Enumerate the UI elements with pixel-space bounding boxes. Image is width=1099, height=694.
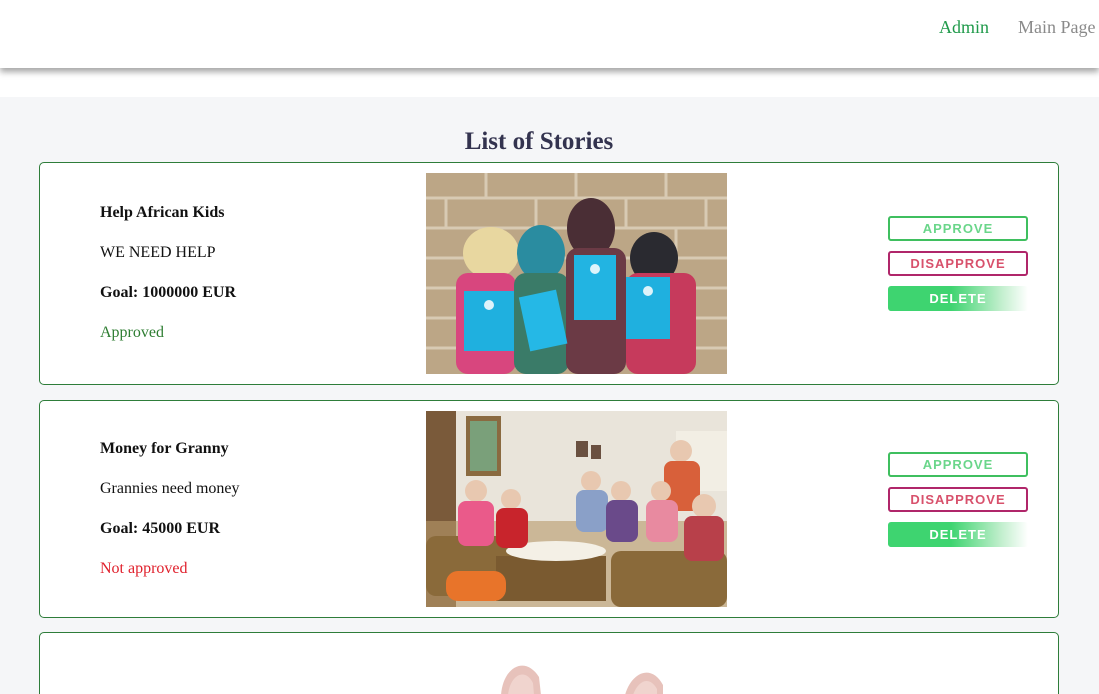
page-title: List of Stories bbox=[464, 128, 614, 155]
story-description: Grannies need money bbox=[100, 480, 240, 497]
story-goal: Goal: 1000000 EUR bbox=[100, 284, 236, 301]
story-card: Money for Granny Grannies need money Goa… bbox=[39, 400, 1059, 618]
story-card: Help African Kids WE NEED HELP Goal: 100… bbox=[39, 162, 1059, 385]
header-spacer bbox=[0, 68, 1099, 97]
story-status: Not approved bbox=[100, 560, 188, 577]
approve-button[interactable]: APPROVE bbox=[888, 216, 1028, 241]
story-title: Money for Granny bbox=[100, 440, 229, 457]
story-image bbox=[426, 411, 727, 607]
story-image-graphic bbox=[426, 411, 727, 607]
approve-button[interactable]: APPROVE bbox=[888, 452, 1028, 477]
disapprove-button[interactable]: DISAPPROVE bbox=[888, 487, 1028, 512]
story-title: Help African Kids bbox=[100, 204, 225, 221]
story-card bbox=[39, 632, 1059, 694]
nav-admin-link[interactable]: Admin bbox=[939, 17, 989, 37]
story-image-graphic bbox=[426, 173, 727, 374]
disapprove-button[interactable]: DISAPPROVE bbox=[888, 251, 1028, 276]
delete-button[interactable]: DELETE bbox=[888, 286, 1028, 311]
delete-button[interactable]: DELETE bbox=[888, 522, 1028, 547]
story-image-partial bbox=[501, 665, 663, 694]
story-goal: Goal: 45000 EUR bbox=[100, 520, 220, 537]
story-image bbox=[426, 173, 727, 374]
top-navbar: Admin Main Page bbox=[0, 0, 1099, 68]
nav-main-page-link[interactable]: Main Page bbox=[1018, 17, 1095, 37]
story-status: Approved bbox=[100, 324, 164, 341]
story-description: WE NEED HELP bbox=[100, 244, 216, 261]
